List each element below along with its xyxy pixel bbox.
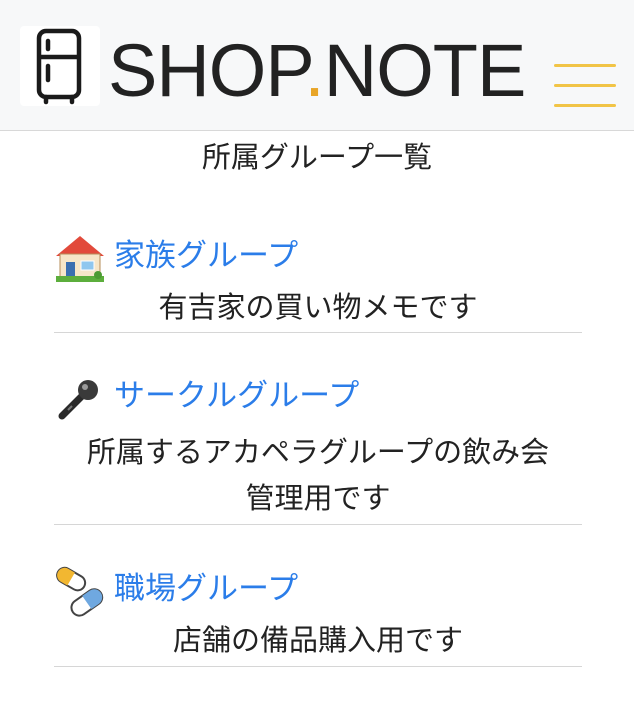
brand-title[interactable]: SHOP.NOTE xyxy=(108,26,527,116)
hamburger-line xyxy=(554,84,616,87)
brand-main: SHOP xyxy=(108,29,305,112)
navbar: SHOP.NOTE xyxy=(0,0,634,131)
hamburger-line xyxy=(554,104,616,107)
group-description-line-1: 所属するアカペラグループの飲み会 xyxy=(86,435,550,469)
group-link-family[interactable]: 家族グループ xyxy=(114,232,298,280)
group-link-circle[interactable]: サークルグループ xyxy=(114,372,359,420)
group-item-family: 家族グループ 有吉家の買い物メモです xyxy=(54,232,582,333)
pill-icon xyxy=(54,565,106,617)
house-icon xyxy=(54,232,106,282)
refrigerator-icon xyxy=(36,28,82,105)
group-header: 職場グループ xyxy=(54,565,582,617)
hamburger-line xyxy=(554,64,616,67)
group-description: 店舗の備品購入用です xyxy=(172,623,463,657)
group-link-work[interactable]: 職場グループ xyxy=(114,565,298,613)
logo[interactable] xyxy=(20,26,100,106)
brand-dot: . xyxy=(304,29,325,112)
group-description-line-2: 管理用です xyxy=(245,481,391,515)
group-header: サークルグループ xyxy=(54,372,582,420)
page-title: 所属グループ一覧 xyxy=(201,140,433,174)
brand-tail: NOTE xyxy=(323,29,527,112)
group-header: 家族グループ xyxy=(54,232,582,282)
group-item-work: 職場グループ 店舗の備品購入用です xyxy=(54,565,582,667)
hamburger-icon[interactable] xyxy=(554,60,616,110)
group-description: 有吉家の買い物メモです xyxy=(158,290,478,324)
group-item-circle: サークルグループ 所属するアカペラグループの飲み会 管理用です xyxy=(54,372,582,525)
microphone-icon xyxy=(54,372,106,420)
